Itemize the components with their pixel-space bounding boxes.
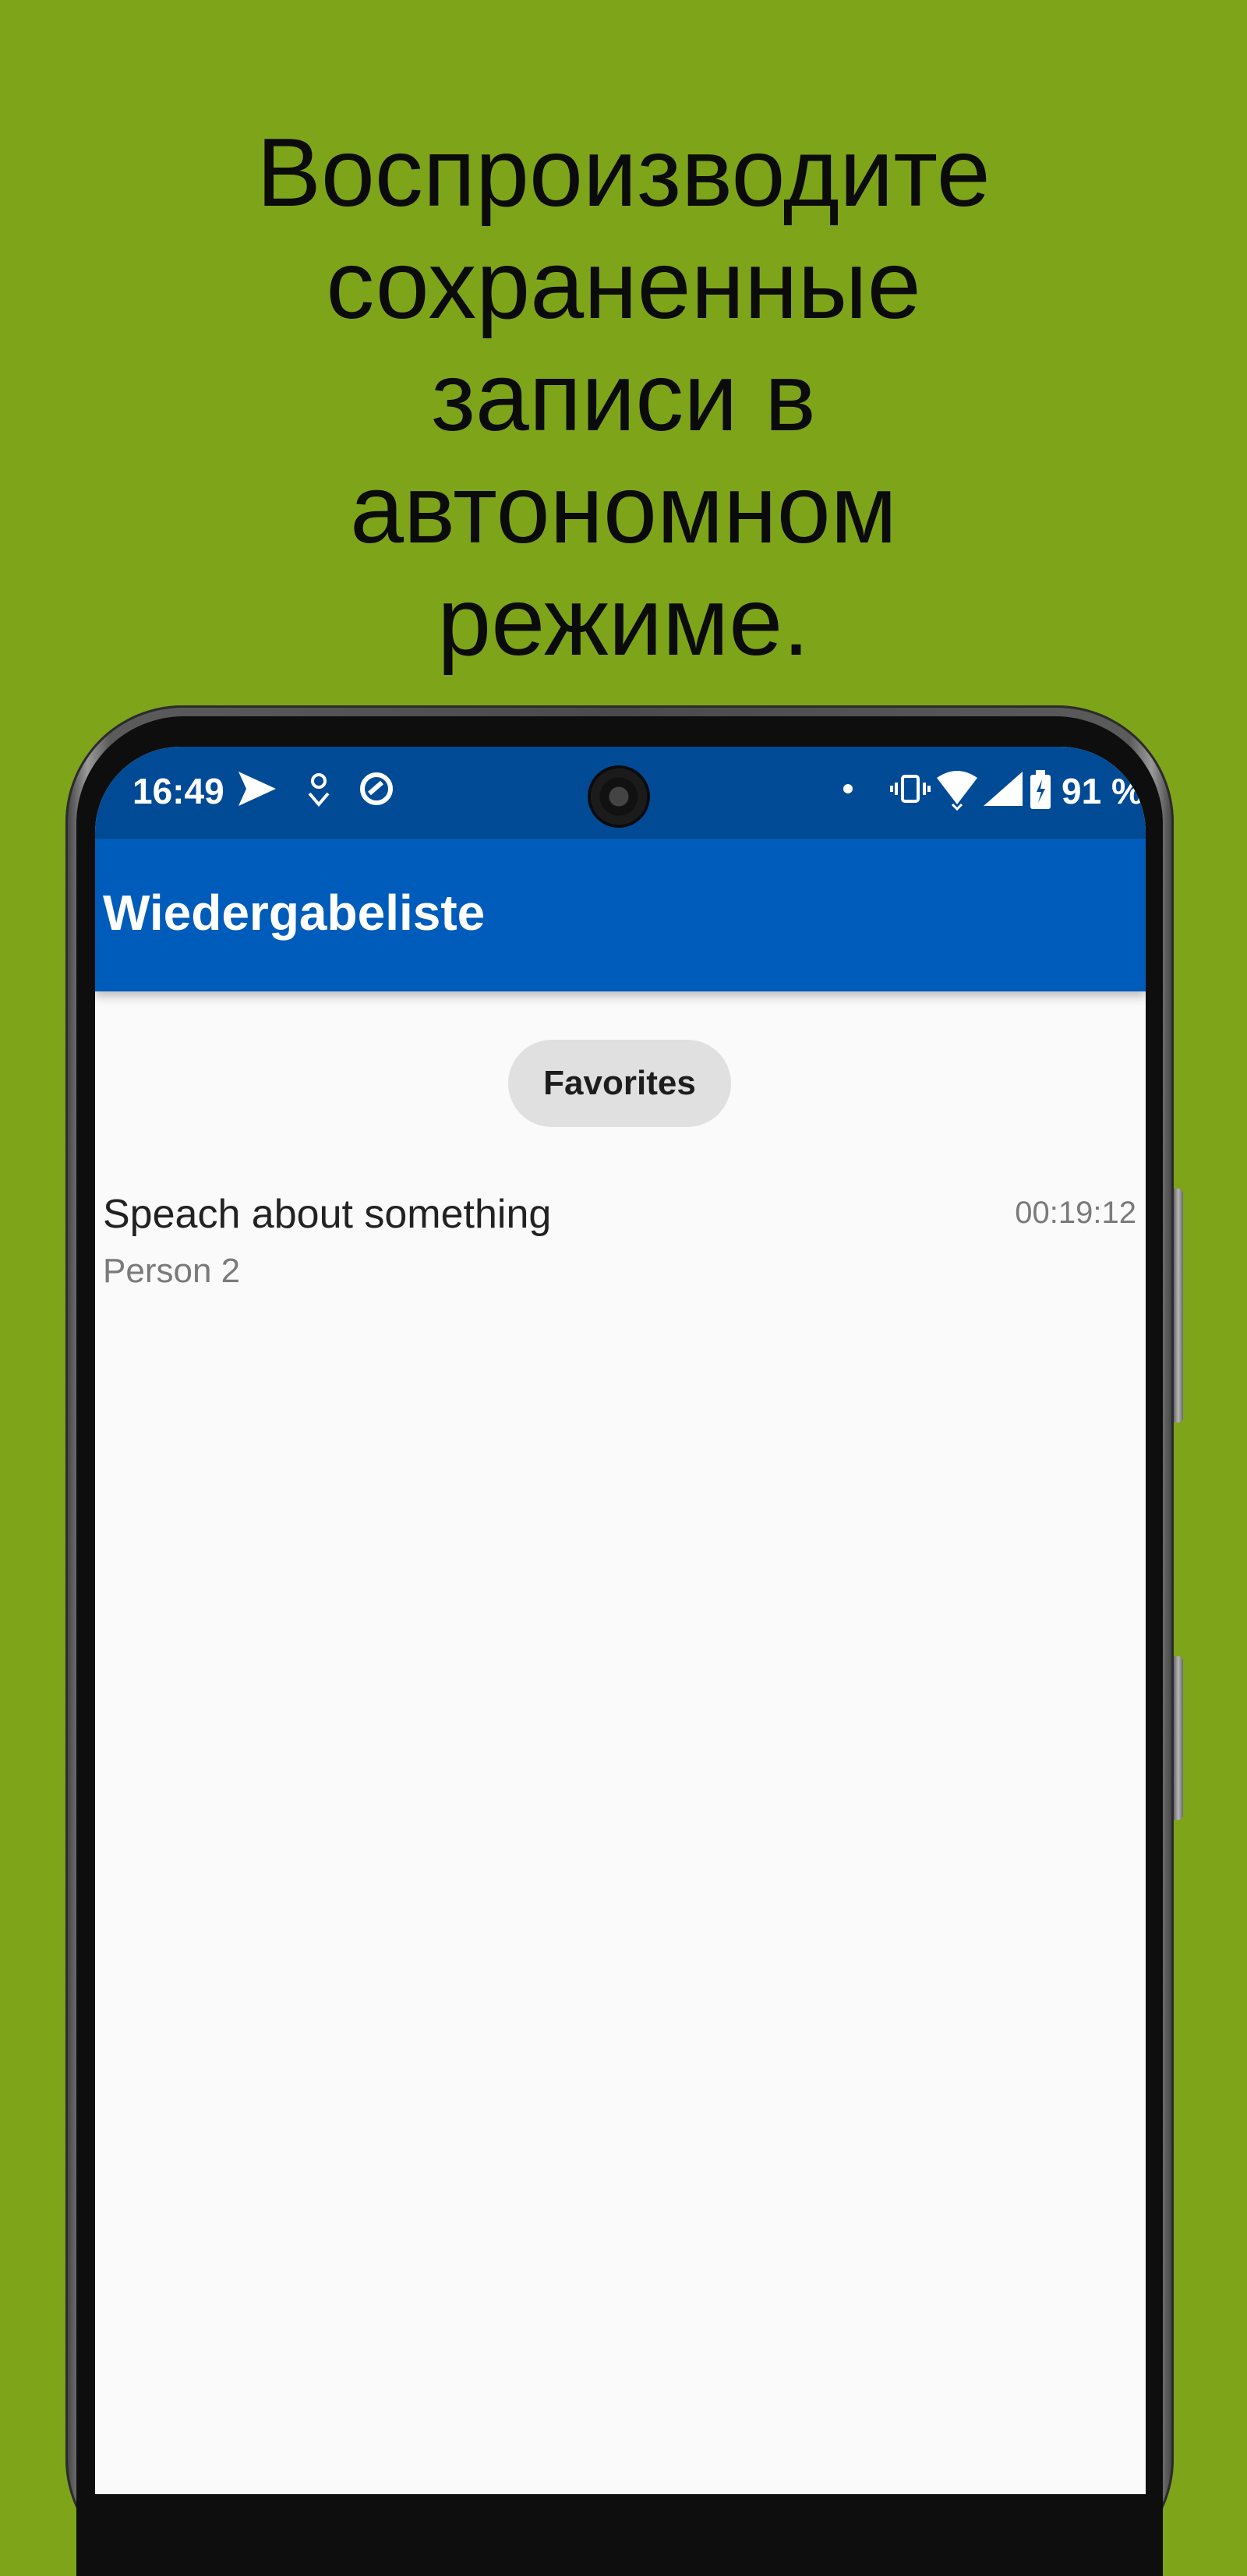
headline-line: Воспроизводите (256, 119, 991, 227)
list-item[interactable]: Speach about something Person 2 00:19:12 (95, 1191, 1146, 1308)
phone-screen: 16:49 91 % Wiedergabeliste Favorites Spe… (95, 747, 1146, 2494)
battery-percentage: 91 % (1062, 771, 1143, 811)
dot-icon (840, 770, 856, 817)
recording-title: Speach about something (103, 1192, 552, 1237)
power-button (1174, 1656, 1183, 1820)
sync-icon (357, 770, 396, 817)
app-bar: Wiedergabeliste (95, 839, 1146, 991)
headline-line: сохраненные (326, 231, 921, 339)
vibrate-icon (890, 770, 931, 817)
send-icon (237, 770, 277, 817)
location-pin-icon (306, 770, 332, 817)
wifi-icon (935, 770, 979, 820)
recording-duration: 00:19:12 (1015, 1196, 1136, 1230)
status-bar: 16:49 91 % (95, 747, 1146, 839)
front-camera (591, 769, 647, 825)
volume-button (1174, 1189, 1183, 1422)
chip-label: Favorites (543, 1064, 696, 1102)
recording-speaker: Person 2 (103, 1252, 241, 1290)
battery-icon (1029, 770, 1052, 820)
page-title: Wiedergabeliste (103, 885, 486, 941)
headline-line: режиме. (437, 568, 810, 676)
headline-line: записи в (431, 344, 816, 451)
promo-headline: Воспроизводите сохраненные записи в авто… (78, 117, 1169, 678)
headline-line: автономном (350, 456, 897, 564)
signal-icon (982, 770, 1024, 817)
favorites-filter-chip[interactable]: Favorites (508, 1040, 731, 1127)
status-time: 16:49 (132, 771, 224, 811)
